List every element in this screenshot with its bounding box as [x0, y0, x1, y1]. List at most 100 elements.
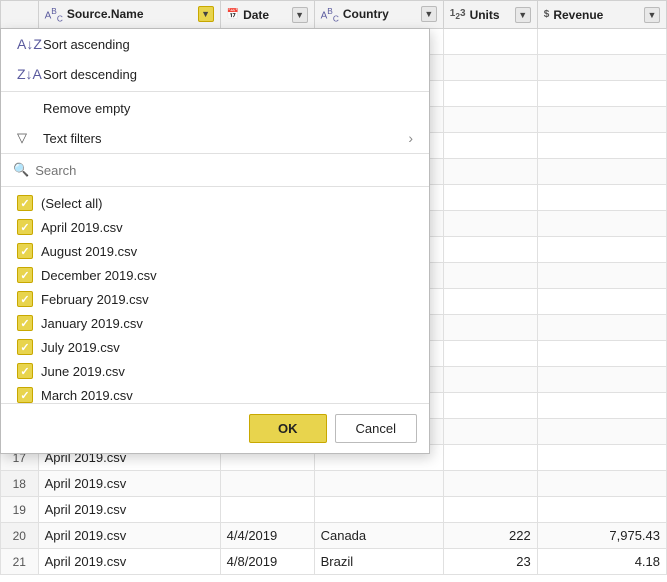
units-cell — [443, 81, 537, 107]
search-container: 🔍 — [1, 153, 429, 187]
sort-ascending-icon: A↓Z — [17, 36, 35, 52]
checkbox-icon — [17, 195, 33, 211]
date-header: 📅 Date ▼ — [220, 1, 314, 29]
dropdown-footer: OK Cancel — [1, 403, 429, 453]
units-label: Units — [470, 8, 500, 22]
revenue-type-icon: $ — [544, 9, 550, 20]
revenue-cell — [537, 55, 666, 81]
checklist-item[interactable]: (Select all) — [1, 191, 429, 215]
checkbox-icon — [17, 387, 33, 403]
revenue-cell — [537, 419, 666, 445]
revenue-cell — [537, 341, 666, 367]
revenue-header: $ Revenue ▼ — [537, 1, 666, 29]
sort-descending-item[interactable]: Z↓A Sort descending — [1, 59, 429, 89]
checklist-item[interactable]: August 2019.csv — [1, 239, 429, 263]
country-cell — [314, 471, 443, 497]
checklist-item[interactable]: April 2019.csv — [1, 215, 429, 239]
units-cell — [443, 211, 537, 237]
search-icon: 🔍 — [13, 162, 29, 178]
revenue-filter-button[interactable]: ▼ — [644, 7, 660, 23]
units-cell — [443, 341, 537, 367]
row-number-cell: 19 — [1, 497, 39, 523]
checkbox-icon — [17, 219, 33, 235]
date-label: Date — [243, 8, 269, 22]
table-container: ABC Source.Name ▼ 📅 Date ▼ ABC Coun — [0, 0, 667, 582]
revenue-cell — [537, 81, 666, 107]
units-cell — [443, 445, 537, 471]
text-filters-funnel-icon: ▽ — [17, 130, 35, 146]
checkbox-icon — [17, 267, 33, 283]
checklist-container: (Select all) April 2019.csv August 2019.cs… — [1, 187, 429, 403]
units-cell — [443, 497, 537, 523]
units-cell — [443, 471, 537, 497]
checklist-item-label: June 2019.csv — [41, 364, 125, 379]
table-row: 20April 2019.csv4/4/2019Canada2227,975.4… — [1, 523, 667, 549]
checklist-item[interactable]: December 2019.csv — [1, 263, 429, 287]
units-cell — [443, 107, 537, 133]
country-label: Country — [343, 7, 389, 21]
units-cell — [443, 55, 537, 81]
checklist-item[interactable]: January 2019.csv — [1, 311, 429, 335]
revenue-cell — [537, 263, 666, 289]
checkbox-icon — [17, 339, 33, 355]
country-filter-button[interactable]: ▼ — [421, 6, 437, 22]
source-name-filter-button[interactable]: ▼ — [198, 6, 214, 22]
sort-ascending-item[interactable]: A↓Z Sort ascending — [1, 29, 429, 59]
checklist-item[interactable]: July 2019.csv — [1, 335, 429, 359]
checklist-item-label: (Select all) — [41, 196, 102, 211]
units-type-icon: 123 — [450, 8, 466, 21]
revenue-label: Revenue — [553, 8, 603, 22]
remove-empty-item[interactable]: Remove empty — [1, 94, 429, 123]
date-type-icon: 📅 — [227, 9, 239, 20]
revenue-cell — [537, 159, 666, 185]
units-cell: 23 — [443, 549, 537, 575]
revenue-cell — [537, 315, 666, 341]
checkbox-icon — [17, 291, 33, 307]
source-name-cell: April 2019.csv — [38, 471, 220, 497]
search-input[interactable] — [35, 163, 417, 178]
table-row: 18April 2019.csv — [1, 471, 667, 497]
source-name-cell: April 2019.csv — [38, 497, 220, 523]
date-filter-button[interactable]: ▼ — [292, 7, 308, 23]
country-cell: Canada — [314, 523, 443, 549]
checklist-item[interactable]: June 2019.csv — [1, 359, 429, 383]
text-filters-label: Text filters — [43, 131, 102, 146]
cancel-button[interactable]: Cancel — [335, 414, 417, 443]
table-row: 19April 2019.csv — [1, 497, 667, 523]
source-name-filter-dropdown: A↓Z Sort ascending Z↓A Sort descending R… — [0, 28, 430, 454]
sort-descending-icon: Z↓A — [17, 66, 35, 82]
units-cell — [443, 367, 537, 393]
checklist-item[interactable]: February 2019.csv — [1, 287, 429, 311]
row-num-header — [1, 1, 39, 29]
checklist-item-label: February 2019.csv — [41, 292, 149, 307]
country-cell: Brazil — [314, 549, 443, 575]
checklist-item-label: January 2019.csv — [41, 316, 143, 331]
row-number-cell: 18 — [1, 471, 39, 497]
revenue-cell: 7,975.43 — [537, 523, 666, 549]
revenue-cell — [537, 211, 666, 237]
ok-button[interactable]: OK — [249, 414, 327, 443]
units-cell — [443, 185, 537, 211]
units-cell — [443, 419, 537, 445]
checklist-item-label: March 2019.csv — [41, 388, 133, 403]
checklist-item[interactable]: March 2019.csv — [1, 383, 429, 403]
remove-empty-label: Remove empty — [43, 101, 130, 116]
revenue-cell — [537, 29, 666, 55]
row-number-cell: 20 — [1, 523, 39, 549]
checklist-item-label: August 2019.csv — [41, 244, 137, 259]
country-cell — [314, 497, 443, 523]
units-cell — [443, 29, 537, 55]
units-cell — [443, 237, 537, 263]
units-header: 123 Units ▼ — [443, 1, 537, 29]
source-name-cell: April 2019.csv — [38, 549, 220, 575]
date-cell: 4/4/2019 — [220, 523, 314, 549]
checklist-item-label: December 2019.csv — [41, 268, 157, 283]
units-filter-button[interactable]: ▼ — [515, 7, 531, 23]
text-filters-item[interactable]: ▽ Text filters › — [1, 123, 429, 153]
units-cell: 222 — [443, 523, 537, 549]
revenue-cell — [537, 185, 666, 211]
row-number-cell: 21 — [1, 549, 39, 575]
revenue-cell — [537, 237, 666, 263]
units-cell — [443, 133, 537, 159]
revenue-cell — [537, 497, 666, 523]
